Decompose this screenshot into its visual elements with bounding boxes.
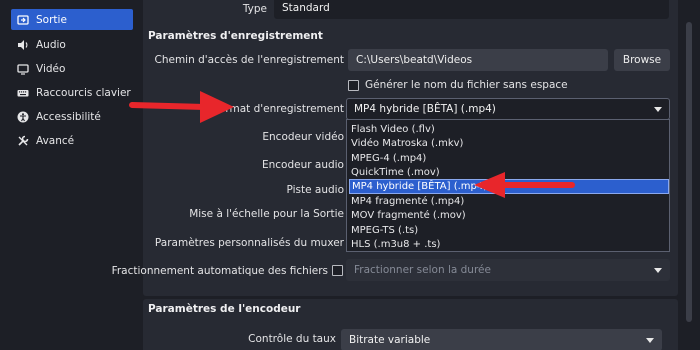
video-encoder-label: Encodeur vidéo <box>262 131 344 143</box>
format-option-mov[interactable]: QuickTime (.mov) <box>349 166 669 181</box>
output-type-value: Standard <box>282 2 330 14</box>
accessibility-icon <box>16 110 30 124</box>
format-option-hybrid-mp4[interactable]: MP4 hybride [BÊTA] (.mp4) <box>349 179 669 194</box>
sidebar-item-label: Raccourcis clavier <box>36 86 131 99</box>
no-space-filename-label: Générer le nom du fichier sans espace <box>365 79 568 91</box>
encoder-section-title: Paramètres de l'encodeur <box>148 303 301 315</box>
type-label: Type <box>242 3 267 15</box>
format-option-mkv[interactable]: Vidéo Matroska (.mkv) <box>349 137 669 152</box>
split-mode-select[interactable]: Fractionner selon la durée <box>346 259 670 281</box>
format-label: Format d'enregistrement <box>213 103 344 115</box>
no-space-filename-checkbox[interactable] <box>348 80 359 91</box>
rescale-label: Mise à l'échelle pour la Sortie <box>189 208 344 220</box>
settings-sidebar: Sortie Audio Vidéo Raccourcis clavier Ac… <box>0 0 137 350</box>
vertical-scrollbar[interactable] <box>683 0 695 350</box>
muxer-settings-label: Paramètres personnalisés du muxer <box>154 237 344 249</box>
output-icon <box>16 13 30 27</box>
rate-control-label: Contrôle du taux <box>248 333 336 345</box>
sidebar-item-label: Sortie <box>36 13 67 26</box>
format-option-fragmented-mp4[interactable]: MP4 fragmenté (.mp4) <box>349 194 669 209</box>
auto-split-label: Fractionnement automatique des fichiers <box>111 265 328 277</box>
recording-path-input[interactable]: C:\Users\beatd\Videos <box>348 49 608 71</box>
format-option-fragmented-mov[interactable]: MOV fragmenté (.mov) <box>349 209 669 224</box>
sidebar-item-video[interactable]: Vidéo <box>11 58 133 79</box>
auto-split-checkbox[interactable] <box>332 265 343 276</box>
browse-button[interactable]: Browse <box>614 49 670 71</box>
format-option-flv[interactable]: Flash Video (.flv) <box>349 122 669 137</box>
split-mode-value: Fractionner selon la durée <box>354 264 491 276</box>
wrench-icon <box>16 134 30 148</box>
format-option-mp4[interactable]: MPEG-4 (.mp4) <box>349 151 669 166</box>
audio-track-label: Piste audio <box>286 184 345 196</box>
monitor-icon <box>16 62 30 76</box>
sidebar-item-audio[interactable]: Audio <box>11 34 133 55</box>
chevron-down-icon <box>654 268 662 273</box>
scrollbar-thumb[interactable] <box>686 22 692 322</box>
sidebar-item-hotkeys[interactable]: Raccourcis clavier <box>11 82 133 103</box>
sidebar-item-sortie[interactable]: Sortie <box>11 9 133 30</box>
rate-control-select[interactable]: Bitrate variable <box>341 329 662 350</box>
format-option-hls[interactable]: HLS (.m3u8 + .ts) <box>349 237 669 252</box>
chevron-down-icon <box>654 107 662 112</box>
recording-format-value: MP4 hybride [BÊTA] (.mp4) <box>354 103 496 115</box>
path-label: Chemin d'accès de l'enregistrement <box>154 54 345 66</box>
recording-path-value: C:\Users\beatd\Videos <box>356 54 473 66</box>
output-type-select[interactable]: Standard <box>274 0 669 19</box>
sidebar-item-advanced[interactable]: Avancé <box>11 130 133 151</box>
audio-encoder-label: Encodeur audio <box>261 159 344 171</box>
chevron-down-icon <box>646 338 654 343</box>
keyboard-icon <box>16 86 30 100</box>
sidebar-item-label: Avancé <box>36 134 75 147</box>
format-dropdown-list[interactable]: Flash Video (.flv) Vidéo Matroska (.mkv)… <box>346 119 670 252</box>
recording-format-select[interactable]: MP4 hybride [BÊTA] (.mp4) <box>346 98 670 120</box>
sidebar-item-label: Accessibilité <box>36 110 101 123</box>
format-option-mpegts[interactable]: MPEG-TS (.ts) <box>349 223 669 238</box>
rate-control-value: Bitrate variable <box>349 334 431 346</box>
speaker-icon <box>16 38 30 52</box>
recording-section-title: Paramètres d'enregistrement <box>148 30 323 42</box>
sidebar-item-label: Vidéo <box>36 62 66 75</box>
sidebar-item-accessibility[interactable]: Accessibilité <box>11 106 133 127</box>
sidebar-item-label: Audio <box>36 38 66 51</box>
